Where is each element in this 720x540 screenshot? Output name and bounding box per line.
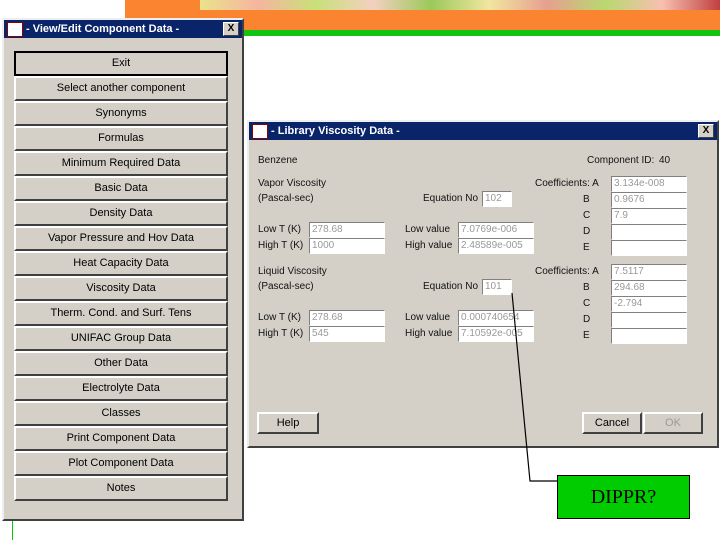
dippr-annotation: DIPPR? — [557, 475, 690, 519]
annotation-pointer — [511, 292, 557, 482]
